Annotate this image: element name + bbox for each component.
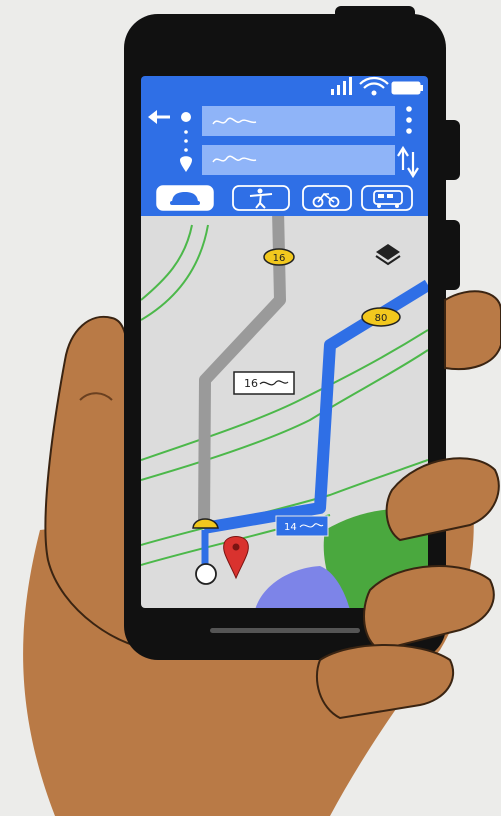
gray-route-duration-text: 16 — [244, 377, 258, 390]
destination-input-field[interactable] — [202, 145, 395, 175]
illustration-scene: 16 80 16 14 — [0, 0, 501, 816]
highway-shield-80: 80 — [361, 307, 401, 327]
origin-input-field[interactable] — [202, 106, 395, 136]
hand-finger-3 — [363, 565, 495, 652]
origin-indicator-icon — [181, 112, 191, 122]
blue-route-duration-text: 14 — [284, 522, 297, 533]
hand-finger-4 — [315, 644, 455, 720]
origin-dot-icon — [195, 563, 217, 585]
blue-route-duration-label: 14 — [275, 515, 329, 537]
battery-icon — [391, 81, 423, 95]
hand-finger-1 — [444, 290, 501, 371]
gray-route-duration-label: 16 — [233, 371, 295, 395]
tab-car[interactable] — [156, 185, 214, 211]
phone-bottom-bar — [210, 628, 360, 633]
highway-shield-16: 16 — [263, 248, 295, 266]
shield-16-text: 16 — [273, 253, 286, 264]
more-options-icon[interactable] — [406, 106, 412, 134]
shield-80-text: 80 — [375, 313, 388, 324]
phone-illustration: 16 80 16 14 — [23, 6, 501, 816]
